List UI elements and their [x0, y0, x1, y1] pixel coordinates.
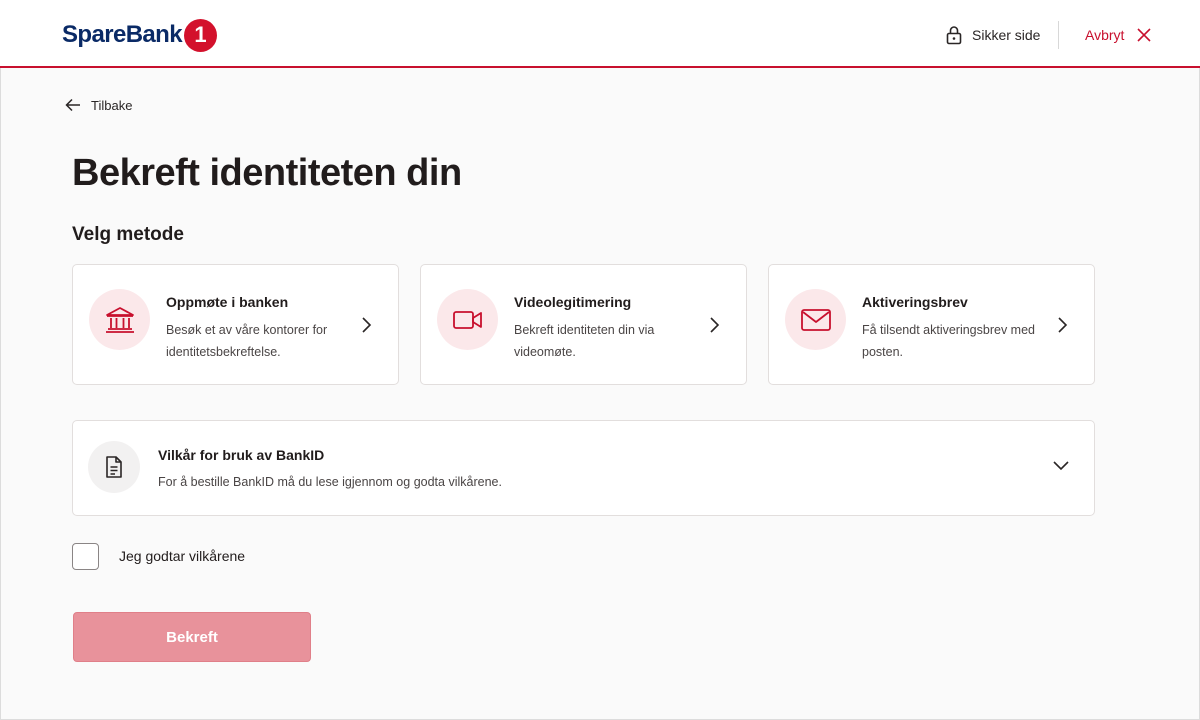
- chevron-right-icon: [362, 317, 372, 333]
- terms-icon-circle: [88, 441, 140, 493]
- method-title: Videolegitimering: [514, 294, 632, 310]
- method-description: Bekreft identiteten din via videomøte.: [514, 323, 655, 359]
- method-title: Aktiveringsbrev: [862, 294, 968, 310]
- envelope-icon: [800, 308, 831, 331]
- chevron-down-icon: [1053, 461, 1069, 471]
- bank-icon: [105, 306, 134, 333]
- chevron-right-icon: [1058, 317, 1068, 333]
- close-icon: [1137, 28, 1152, 42]
- confirm-button[interactable]: Bekreft: [73, 612, 311, 662]
- accept-terms-label[interactable]: Jeg godtar vilkårene: [119, 548, 245, 564]
- method-card-branch-visit[interactable]: Oppmøte i banken Besøk et av våre kontor…: [72, 264, 399, 385]
- method-icon-circle: [785, 289, 846, 350]
- terms-accordion[interactable]: Vilkår for bruk av BankID For å bestille…: [72, 420, 1095, 516]
- method-icon-circle: [437, 289, 498, 350]
- secure-page-indicator: Sikker side: [946, 24, 1040, 46]
- terms-description: For å bestille BankID må du lese igjenno…: [158, 475, 502, 489]
- logo-badge: 1: [184, 18, 217, 52]
- cancel-button[interactable]: Avbryt: [1085, 23, 1152, 47]
- back-label: Tilbake: [91, 97, 133, 113]
- method-title: Oppmøte i banken: [166, 294, 289, 310]
- sparebank-logo[interactable]: SpareBank 1: [62, 17, 217, 53]
- logo-text: SpareBank: [62, 21, 183, 48]
- terms-title: Vilkår for bruk av BankID: [158, 447, 325, 463]
- cancel-label: Avbryt: [1085, 27, 1125, 43]
- secure-page-label: Sikker side: [972, 27, 1041, 43]
- top-header: SpareBank 1 Sikker side Avbryt: [0, 0, 1200, 68]
- method-icon-circle: [89, 289, 150, 350]
- document-icon: [106, 456, 122, 478]
- accept-terms-checkbox[interactable]: [72, 542, 99, 570]
- method-card-activation-letter[interactable]: Aktiveringsbrev Få tilsendt aktiveringsb…: [768, 264, 1095, 385]
- method-description: Få tilsendt aktiveringsbrev med posten.: [862, 323, 1035, 359]
- page-title: Bekreft identiteten din: [72, 152, 462, 194]
- arrow-left-icon: [65, 98, 80, 112]
- header-divider: [1058, 21, 1059, 49]
- back-link[interactable]: Tilbake: [65, 95, 132, 115]
- method-card-video[interactable]: Videolegitimering Bekreft identiteten di…: [420, 264, 747, 385]
- method-description: Besøk et av våre kontorer for identitets…: [166, 323, 328, 359]
- chevron-right-icon: [710, 317, 720, 333]
- lock-icon: [946, 26, 962, 45]
- consent-row: Jeg godtar vilkårene: [72, 542, 245, 570]
- section-subtitle: Velg metode: [72, 224, 184, 245]
- video-camera-icon: [452, 310, 482, 329]
